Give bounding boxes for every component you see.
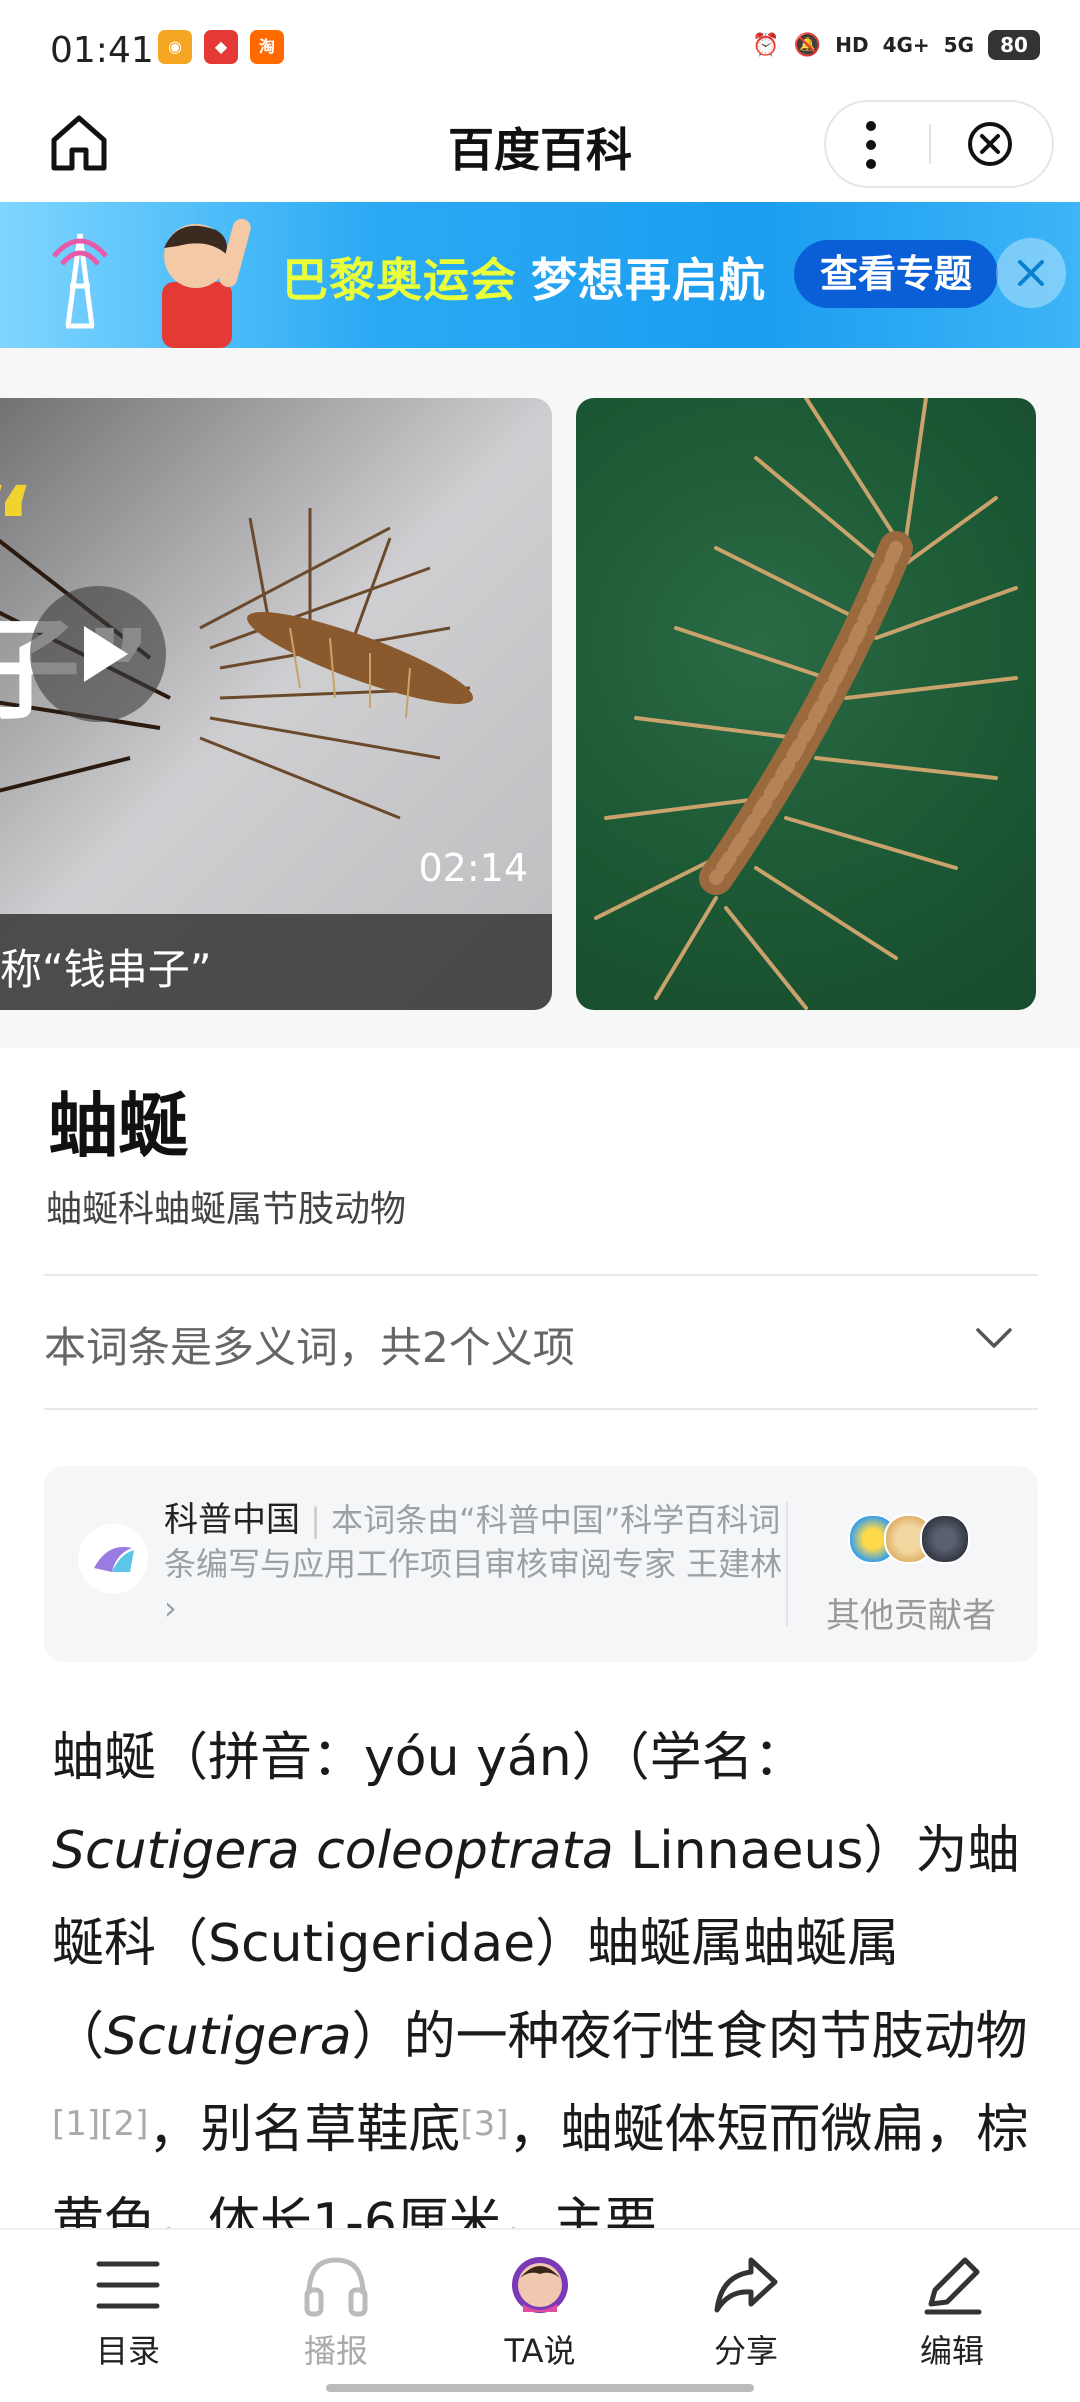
contributor-separator: | — [310, 1501, 321, 1539]
status-indicators: ⏰ 🔕 HD 4G+ 5G 80 — [752, 30, 1040, 60]
headphones-icon — [304, 2257, 368, 2317]
close-icon — [1018, 260, 1044, 286]
entry-content: 蚰蜒 蚰蜒科蚰蜒属节肢动物 本词条是多义词，共2个义项 科普中国 | 本词条由“… — [0, 1048, 1080, 2253]
nav-ta-says[interactable]: TA说 — [470, 2252, 610, 2372]
video-caption: 称“钱串子” — [0, 945, 212, 994]
nav-label: 目录 — [95, 2332, 160, 2370]
entry-title: 蚰蜒 — [48, 1085, 188, 1167]
nav-contents[interactable]: 目录 — [58, 2252, 198, 2372]
mute-icon: 🔕 — [793, 32, 822, 58]
view-topic-button[interactable]: 查看专题 — [794, 240, 998, 308]
play-button[interactable] — [30, 586, 166, 722]
pencil-icon — [924, 2257, 982, 2315]
intro-paragraph: 蚰蜒（拼音：yóu yán）（学名：Scutigera coleoptrata … — [52, 1712, 1032, 2270]
reference-link[interactable]: [2] — [100, 2104, 148, 2144]
genus-name: Scutigera — [104, 2007, 352, 2067]
contributor-divider — [786, 1502, 788, 1626]
nav-broadcast[interactable]: 播报 — [266, 2252, 406, 2372]
nav-label: 编辑 — [919, 2332, 984, 2370]
share-icon — [714, 2257, 778, 2313]
reference-link[interactable]: [1] — [52, 2104, 100, 2144]
bottom-toolbar: 目录 播报 TA说 分享 编辑 — [0, 2228, 1080, 2402]
polysemy-selector[interactable]: 本词条是多义词，共2个义项 — [44, 1274, 1038, 1410]
alarm-icon: ⏰ — [752, 32, 780, 58]
hd-indicator: HD — [835, 33, 869, 57]
eiffel-tower-icon — [52, 233, 108, 329]
news-app-icon: ◆ — [204, 30, 238, 64]
chevron-right-icon: › — [164, 1589, 177, 1627]
network-4g-indicator: 4G+ — [882, 33, 930, 57]
banner-close-button[interactable] — [996, 238, 1066, 308]
contributor-text: 科普中国 | 本词条由“科普中国”科学百科词条编写与应用工作项目审核审阅专家 王… — [164, 1498, 784, 1630]
contributor-avatars[interactable] — [848, 1514, 1008, 1564]
mascot-character-icon — [162, 218, 251, 348]
banner-headline: 巴黎奥运会 梦想再启航 — [282, 244, 766, 310]
centipede-photo — [594, 398, 1018, 1010]
video-caption-bar: 称“钱串子” — [0, 914, 552, 1010]
intro-text: 蚰蜒（拼音：yóu yán）（学名： — [52, 1728, 806, 1788]
entry-subtitle: 蚰蜒科蚰蜒属节肢动物 — [46, 1189, 407, 1230]
scientific-name: Scutigera coleoptrata — [52, 1821, 614, 1881]
network-5g-indicator: 5G — [943, 33, 974, 57]
video-duration: 02:14 — [418, 846, 528, 890]
nav-label: TA说 — [504, 2332, 576, 2370]
play-icon — [84, 626, 128, 682]
close-mini-program-button[interactable] — [966, 120, 1014, 168]
kepu-china-logo — [78, 1524, 148, 1594]
avatar-icon — [512, 2257, 568, 2313]
banner-highlight-text: 巴黎奥运会 — [282, 253, 517, 307]
contributor-card[interactable]: 科普中国 | 本词条由“科普中国”科学百科词条编写与应用工作项目审核审阅专家 王… — [44, 1466, 1038, 1662]
mini-program-capsule — [824, 100, 1054, 188]
avatar — [920, 1514, 970, 1564]
intro-text: ）的一种夜行性食肉节肢动物 — [351, 2007, 1028, 2067]
nav-edit[interactable]: 编辑 — [882, 2252, 1022, 2372]
nav-label: 分享 — [713, 2332, 778, 2370]
status-bar: 01:41 ◉ ◆ 淘 ⏰ 🔕 HD 4G+ 5G 80 — [0, 0, 1080, 100]
capsule-divider — [929, 124, 931, 164]
battery-indicator: 80 — [988, 30, 1040, 60]
polysemy-text: 本词条是多义词，共2个义项 — [44, 1323, 575, 1372]
svg-text:“: “ — [0, 465, 36, 582]
kepu-logo-icon — [94, 1546, 134, 1572]
home-indicator[interactable] — [326, 2384, 754, 2392]
contributor-org: 科普中国 — [164, 1500, 300, 1540]
more-menu-button[interactable] — [866, 118, 876, 172]
list-icon — [96, 2261, 160, 2309]
nav-label: 播报 — [303, 2332, 368, 2370]
status-app-icons: ◉ ◆ 淘 — [158, 30, 284, 64]
other-contributors-label[interactable]: 其他贡献者 — [826, 1588, 996, 1637]
reference-link[interactable]: [3] — [460, 2104, 508, 2144]
intro-text: ，别名草鞋底 — [148, 2100, 461, 2160]
chevron-down-icon — [976, 1328, 1012, 1348]
banner-main-text: 梦想再启航 — [531, 253, 766, 307]
video-card[interactable]: “ 子” 02:14 称“钱串子” — [0, 398, 552, 1010]
status-time: 01:41 — [50, 30, 154, 71]
weibo-app-icon: ◉ — [158, 30, 192, 64]
app-header: 百度百科 — [0, 100, 1080, 202]
taobao-app-icon: 淘 — [250, 30, 284, 64]
photo-card[interactable] — [576, 398, 1036, 1010]
olympics-banner[interactable]: 巴黎奥运会 梦想再启航 查看专题 — [0, 202, 1080, 348]
media-carousel: “ 子” 02:14 称“钱串子” — [0, 348, 1080, 1048]
close-circle-icon — [968, 122, 1012, 166]
more-dots-icon — [866, 121, 876, 169]
nav-share[interactable]: 分享 — [676, 2252, 816, 2372]
